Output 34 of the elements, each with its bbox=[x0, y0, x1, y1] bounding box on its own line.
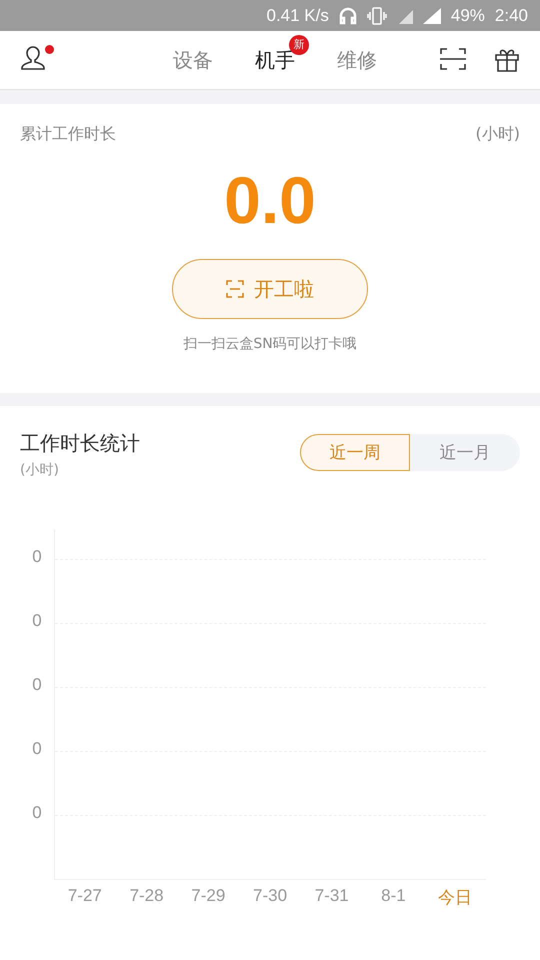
nav-tab[interactable]: 维修 bbox=[337, 46, 377, 74]
stats-title: 工作时长统计 bbox=[20, 430, 140, 457]
scan-hint: 扫一扫云盒SN码可以打卡哦 bbox=[183, 335, 357, 353]
unit-label: (小时) bbox=[20, 461, 60, 479]
y-axis-label: 0 bbox=[31, 547, 43, 568]
x-axis-label: 8-1 bbox=[380, 886, 407, 907]
nav-tab[interactable]: 设备 bbox=[173, 46, 213, 74]
y-axis-label: 0 bbox=[31, 739, 43, 760]
vibrate-icon bbox=[366, 6, 387, 24]
x-axis-label: 7-31 bbox=[314, 886, 350, 907]
scan-icon[interactable] bbox=[440, 47, 466, 71]
x-axis-label: 7-27 bbox=[66, 886, 103, 907]
y-axis-label: 0 bbox=[31, 803, 43, 824]
scan-icon bbox=[226, 280, 244, 298]
signal-icon bbox=[396, 8, 413, 24]
unit-label: (小时) bbox=[476, 124, 520, 145]
y-axis-label: 0 bbox=[31, 611, 43, 632]
gift-icon[interactable] bbox=[494, 47, 520, 73]
x-axis-label: 7-30 bbox=[252, 886, 288, 907]
network-speed: 0.41 K/s bbox=[266, 6, 329, 26]
signal-icon bbox=[422, 8, 441, 24]
total-hours-value: 0.0 bbox=[224, 167, 316, 233]
range-tab[interactable]: 近一周 bbox=[300, 434, 410, 471]
total-hours-label: 累计工作时长 bbox=[20, 124, 116, 145]
headphones-icon bbox=[338, 6, 357, 24]
user-icon[interactable] bbox=[20, 45, 46, 71]
battery-level: 49% bbox=[450, 6, 485, 26]
clock: 2:40 bbox=[494, 6, 528, 26]
x-axis-label: 7-29 bbox=[190, 886, 226, 907]
start-work-button[interactable]: 开工啦 bbox=[172, 259, 368, 319]
y-axis-label: 0 bbox=[31, 675, 43, 696]
range-tab[interactable]: 近一月 bbox=[410, 434, 520, 471]
x-axis-label: 7-28 bbox=[128, 886, 165, 907]
x-axis-label: 今日 bbox=[437, 887, 474, 909]
